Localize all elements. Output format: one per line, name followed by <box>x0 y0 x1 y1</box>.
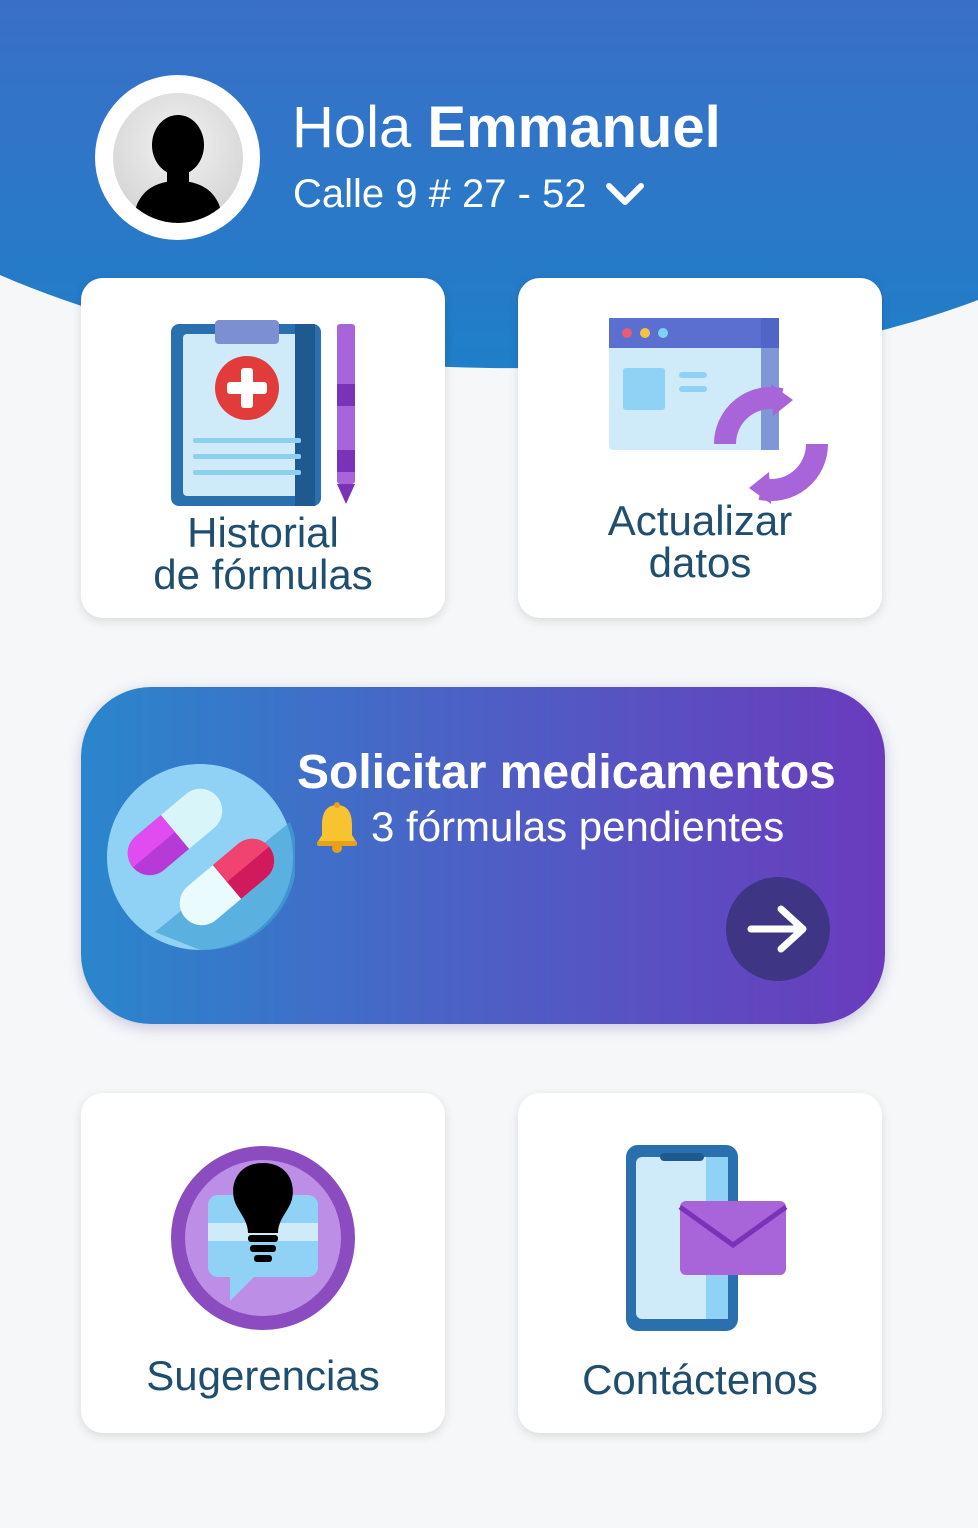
user-silhouette-icon <box>112 92 243 223</box>
chevron-down-icon <box>605 182 644 205</box>
actualizar-datos-card[interactable]: Actualizar datos <box>518 278 882 618</box>
banner-arrow-button[interactable] <box>726 877 830 981</box>
banner-subtitle: 3 fórmulas pendientes <box>313 801 784 853</box>
bell-icon <box>317 802 357 853</box>
clipboard-medical-icon <box>171 320 355 506</box>
greeting-prefix: Hola <box>292 95 412 160</box>
pills-icon <box>107 764 295 951</box>
greeting: Hola Emmanuel <box>292 96 721 160</box>
historial-formulas-card[interactable]: Historial de fórmulas <box>81 278 445 618</box>
lightbulb-chat-icon <box>171 1146 355 1330</box>
user-name: Emmanuel <box>427 95 721 160</box>
sugerencias-label: Sugerencias <box>146 1352 380 1399</box>
historial-label-line2: de fórmulas <box>153 551 373 598</box>
contactenos-card[interactable]: Contáctenos <box>518 1093 882 1433</box>
avatar[interactable] <box>95 75 260 240</box>
address-selector[interactable]: Calle 9 # 27 - 52 <box>293 172 645 217</box>
banner-title: Solicitar medicamentos <box>297 746 836 799</box>
arrow-right-icon <box>747 905 807 953</box>
address-text: Calle 9 # 27 - 52 <box>293 172 587 216</box>
solicitar-medicamentos-banner[interactable]: Solicitar medicamentos 3 fórmulas pendie… <box>81 687 885 1024</box>
sugerencias-card[interactable]: Sugerencias <box>81 1093 445 1433</box>
historial-label-line1: Historial <box>187 509 339 556</box>
actualizar-label-line2: datos <box>648 539 752 586</box>
pending-formulas-text: 3 fórmulas pendientes <box>371 803 785 850</box>
actualizar-label-line1: Actualizar <box>607 497 793 544</box>
phone-mail-icon <box>626 1145 788 1331</box>
browser-refresh-icon <box>609 318 829 504</box>
contactenos-label: Contáctenos <box>582 1356 818 1403</box>
